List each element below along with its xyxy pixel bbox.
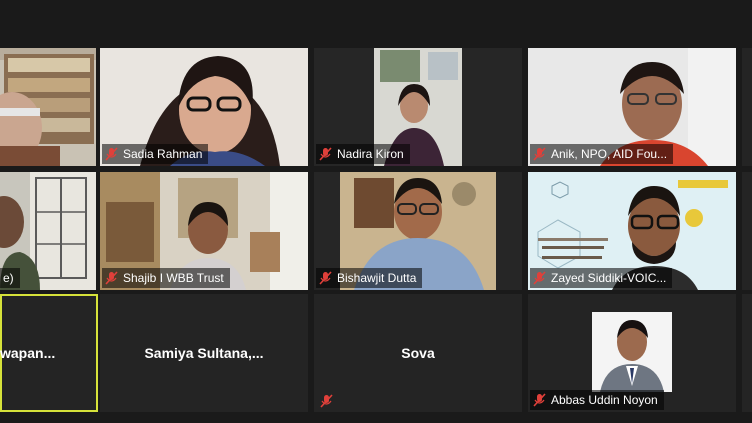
participant-name-label: e) xyxy=(0,268,20,288)
participant-name-label: Anik, NPO, AID Fou... xyxy=(530,144,674,164)
participant-tile-2[interactable]: Sadia Rahman xyxy=(100,48,308,166)
participant-name-label: Bishawjit Dutta xyxy=(316,268,423,288)
participant-tile-1[interactable] xyxy=(0,48,96,166)
participant-name: e) xyxy=(3,271,14,285)
mic-muted-icon[interactable] xyxy=(105,147,118,161)
participant-tile-15[interactable] xyxy=(742,294,752,412)
participant-name-label: Nadira Kiron xyxy=(316,144,410,164)
mic-muted-icon[interactable] xyxy=(319,271,332,285)
participant-name: Samiya Sultana,... xyxy=(144,345,264,361)
participant-name: Anik, NPO, AID Fou... xyxy=(551,147,668,161)
participant-tile-12[interactable]: Samiya Sultana,... xyxy=(100,294,308,412)
participant-tile-11-active-speaker[interactable]: wapan... xyxy=(0,294,98,412)
participant-name: Abbas Uddin Noyon xyxy=(551,393,658,407)
participant-name: Zayed Siddiki-VOIC... xyxy=(551,271,667,285)
participant-tile-7[interactable]: Shajib I WBB Trust xyxy=(100,172,308,290)
participant-name: Shajib I WBB Trust xyxy=(123,271,224,285)
profile-photo xyxy=(592,312,672,392)
participant-name-label: Abbas Uddin Noyon xyxy=(530,390,664,410)
participant-tile-13[interactable]: Sova xyxy=(314,294,522,412)
participant-tile-8[interactable]: Bishawjit Dutta xyxy=(314,172,522,290)
mic-muted-icon[interactable] xyxy=(533,393,546,407)
mic-muted-icon[interactable] xyxy=(105,271,118,285)
participant-name: Sova xyxy=(401,345,435,361)
mic-muted-icon[interactable] xyxy=(533,271,546,285)
participant-tile-6[interactable]: e) xyxy=(0,172,96,290)
participant-tile-10[interactable] xyxy=(742,172,752,290)
participant-tile-3[interactable]: Nadira Kiron xyxy=(314,48,522,166)
participant-tile-9[interactable]: Zayed Siddiki-VOIC... xyxy=(528,172,736,290)
participant-name: wapan... xyxy=(0,345,56,361)
participant-tile-4[interactable]: Anik, NPO, AID Fou... xyxy=(528,48,736,166)
mic-muted-icon[interactable] xyxy=(533,147,546,161)
participant-name-label: Shajib I WBB Trust xyxy=(102,268,230,288)
participant-tile-14[interactable]: Abbas Uddin Noyon xyxy=(528,294,736,412)
video-feed xyxy=(0,48,96,166)
participant-tile-5[interactable] xyxy=(742,48,752,166)
participant-name: Bishawjit Dutta xyxy=(337,271,417,285)
mic-muted-icon[interactable] xyxy=(319,147,332,161)
participant-name-label: Zayed Siddiki-VOIC... xyxy=(530,268,673,288)
participant-name-label: Sadia Rahman xyxy=(102,144,209,164)
participant-name: Nadira Kiron xyxy=(337,147,404,161)
mic-muted-icon[interactable] xyxy=(320,394,333,408)
participant-name: Sadia Rahman xyxy=(123,147,203,161)
